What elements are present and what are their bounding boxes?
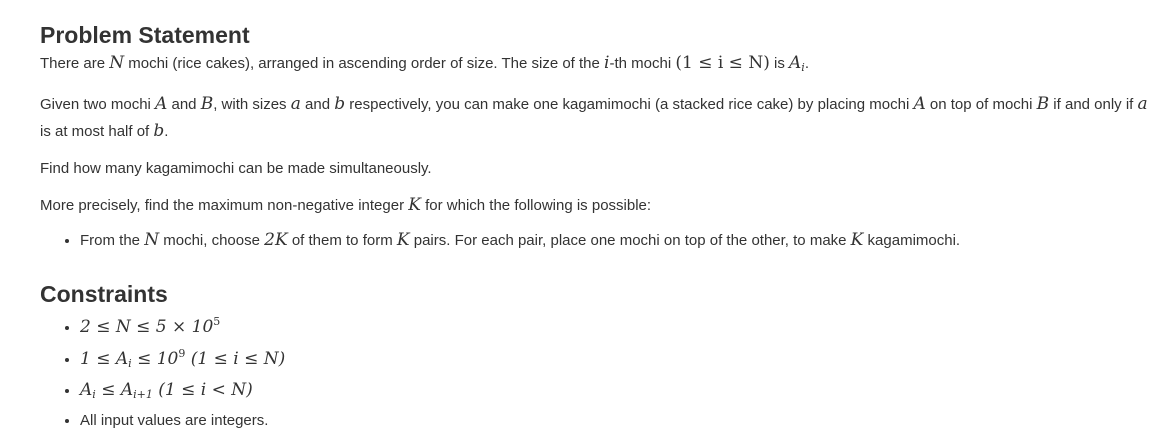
paragraph-sizes: There are N mochi (rice cakes), arranged… <box>40 53 809 74</box>
page: Problem Statement There are N mochi (ric… <box>0 0 1170 441</box>
condition-list: From the N mochi, choose 2K of them to f… <box>40 227 1150 254</box>
problem-content: Problem Statement There are N mochi (ric… <box>40 20 1150 434</box>
list-item: From the N mochi, choose 2K of them to f… <box>80 227 1150 254</box>
problem-statement-heading: Problem Statement <box>40 22 250 48</box>
paragraph-precisely: More precisely, find the maximum non-neg… <box>40 195 652 215</box>
paragraph-stacking-rule: Given two mochi A and B, with sizes a an… <box>40 94 1148 141</box>
list-item: All input values are integers. <box>80 408 1150 434</box>
list-item: 1 ≤ Ai ≤ 109 (1 ≤ i ≤ N) <box>80 341 1150 377</box>
constraints-heading: Constraints <box>40 281 168 307</box>
math-N: N <box>109 53 125 73</box>
list-item: 2 ≤ N ≤ 5 × 105 <box>80 309 1150 341</box>
list-item: Ai ≤ Ai+1 (1 ≤ i < N) <box>80 377 1150 408</box>
paragraph-find: Find how many kagamimochi can be made si… <box>40 160 432 177</box>
math-range: (1 ≤ i ≤ N) <box>675 53 770 73</box>
constraints-list: 2 ≤ N ≤ 5 × 105 1 ≤ Ai ≤ 109 (1 ≤ i ≤ N)… <box>40 309 1150 434</box>
math-Ai: Ai <box>789 53 805 74</box>
